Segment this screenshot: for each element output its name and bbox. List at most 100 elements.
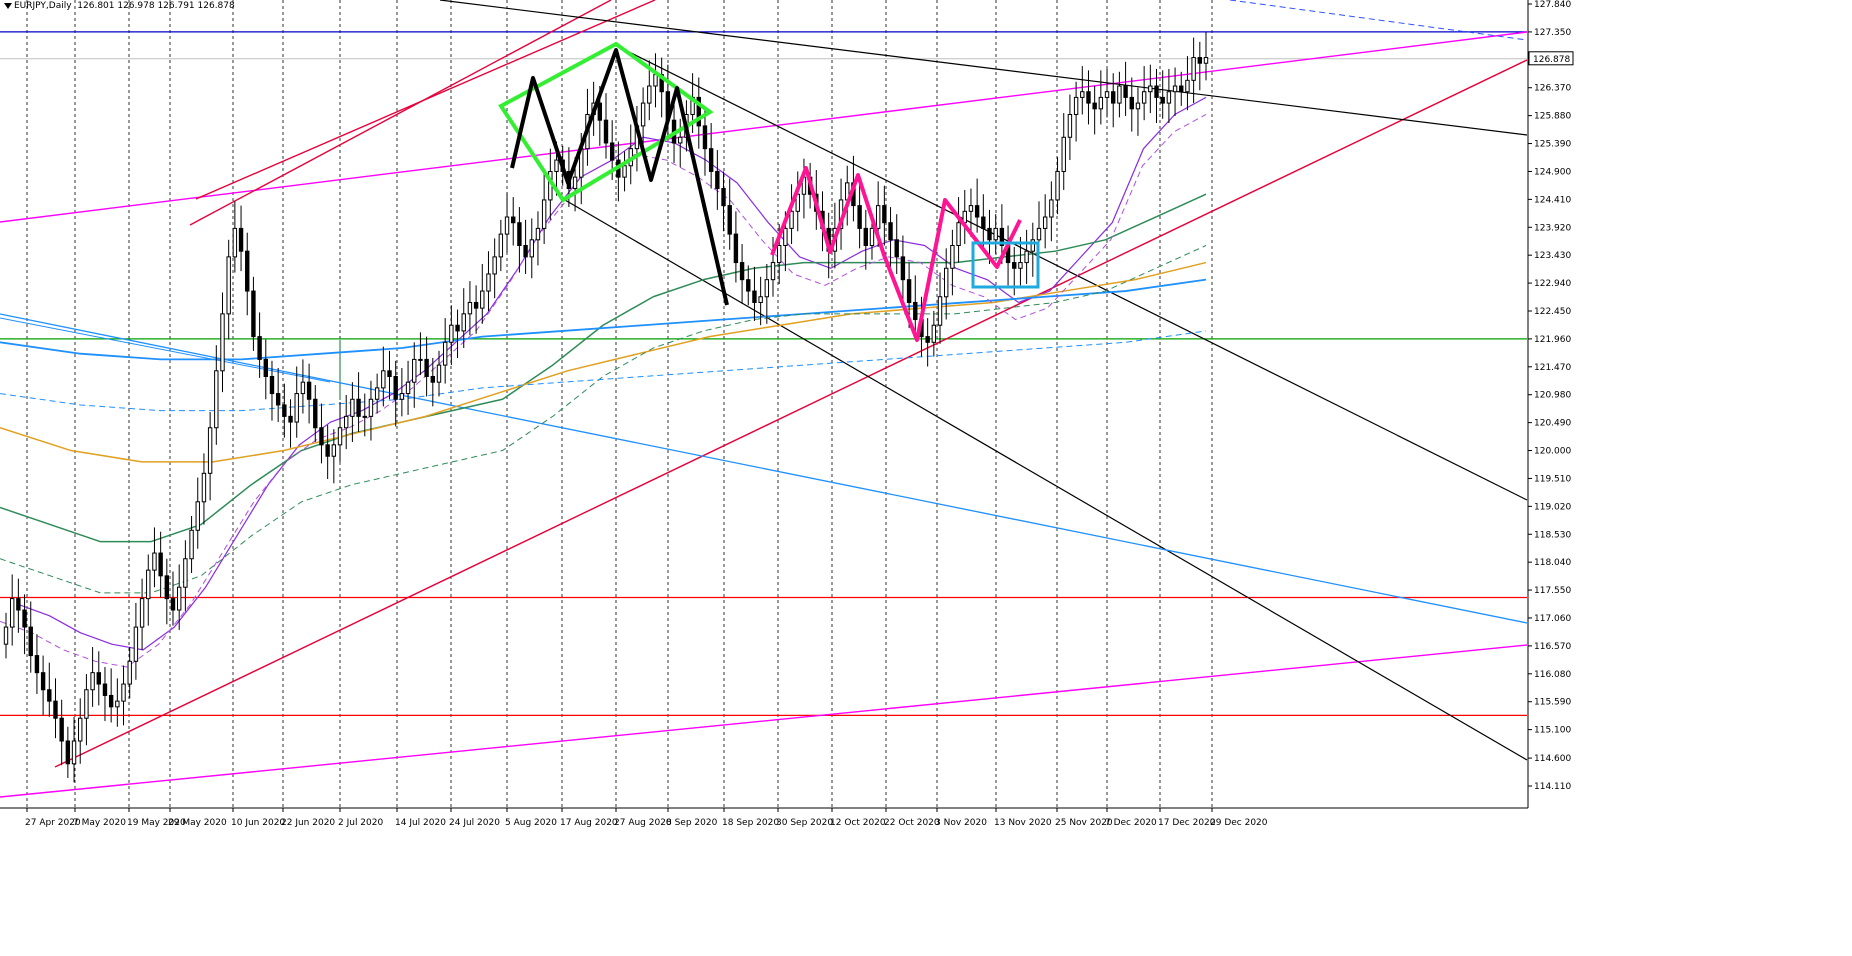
candle-body-32	[201, 472, 207, 503]
candle-body-35	[220, 313, 225, 372]
candle-body-10	[65, 740, 71, 765]
y-tick-label-13: 121.470	[1534, 363, 1571, 373]
candle-body-180	[1117, 85, 1122, 104]
red-rising-trendline	[54, 59, 1528, 768]
candle-body-50	[313, 398, 318, 429]
candle-body-8	[53, 700, 58, 719]
candle-body-54	[337, 427, 343, 446]
x-tick-label-13: 18 Sep 2020	[722, 818, 779, 828]
ohlc-values: 126.801 126.978 126.791 126.878	[77, 1, 235, 11]
y-tick-label-23: 116.570	[1534, 642, 1571, 652]
candle-body-151	[937, 296, 943, 326]
candle-body-84	[523, 244, 528, 258]
candle-body-29	[183, 558, 188, 588]
candle-body-184	[1141, 91, 1147, 104]
price-axis: 127.840 127.350 126.370 125.880 125.390 124.9…	[1527, 0, 1574, 808]
candle-body-68	[424, 358, 429, 377]
candle-body-63	[393, 375, 398, 400]
candle-body-123	[764, 279, 770, 298]
candle-body-62	[387, 370, 392, 377]
candle-body-78	[486, 273, 491, 292]
candle-body-23	[146, 569, 151, 600]
ma-purple-dashed	[0, 114, 1207, 668]
candle-body-70	[436, 364, 442, 383]
red-channel-top-2	[189, 0, 612, 226]
candle-body-55	[344, 415, 349, 429]
candle-body-192	[1191, 57, 1196, 81]
candle-body-9	[59, 717, 64, 742]
candle-body-187	[1160, 96, 1165, 104]
candle-body-157	[974, 205, 980, 218]
candle-body-122	[758, 296, 763, 303]
candle-body-65	[405, 381, 411, 395]
x-tick-label-6: 2 Jul 2020	[338, 818, 383, 828]
candle-body-14	[90, 672, 95, 691]
candle-body-26	[164, 575, 170, 600]
y-tick-label-0: 127.840	[1534, 0, 1571, 10]
candle-body-156	[968, 205, 974, 212]
x-tick-label-16: 22 Oct 2020	[884, 818, 940, 828]
candle-body-47	[294, 393, 299, 423]
candle-body-189	[1172, 85, 1178, 93]
y-tick-label-4: 125.880	[1534, 112, 1571, 122]
candle-body-6	[40, 672, 46, 691]
candle-body-153	[950, 244, 955, 269]
candle-body-24	[152, 552, 157, 571]
x-tick-label-22: 29 Dec 2020	[1210, 818, 1268, 828]
candle-body-168	[1042, 216, 1048, 229]
collapse-triangle-icon[interactable]	[4, 2, 12, 9]
ma_green-line	[0, 193, 1207, 543]
candle-body-3	[22, 609, 27, 628]
candle-body-48	[300, 381, 306, 395]
y-tick-label-9: 123.430	[1534, 251, 1571, 261]
candle-body-53	[331, 444, 337, 457]
candle-body-191	[1185, 79, 1190, 93]
y-tick-label-28: 114.110	[1534, 782, 1571, 792]
candle-body-147	[913, 301, 918, 321]
candle-body-100	[622, 165, 627, 178]
candle-body-113	[702, 125, 708, 150]
candle-body-149	[925, 336, 930, 343]
candle-body-38	[238, 227, 244, 252]
candle-body-174	[1080, 91, 1085, 98]
candle-body-82	[511, 216, 516, 224]
candle-body-158	[981, 216, 986, 229]
x-tick-label-12: 8 Sep 2020	[666, 818, 718, 828]
price-chart[interactable]: 127.840 127.350 126.370 125.880 125.390 124.9…	[0, 0, 1852, 956]
candle-body-115	[715, 170, 720, 190]
candle-body-49	[306, 381, 312, 400]
candle-body-73	[455, 324, 460, 332]
candle-body-104	[647, 85, 652, 104]
y-tick-label-8: 123.920	[1534, 223, 1571, 233]
candle-body-42	[263, 358, 268, 377]
y-tick-label-20: 118.040	[1534, 558, 1571, 568]
ma_blue-line	[0, 278, 1207, 361]
trend-lines	[0, 0, 1528, 798]
y-tick-label-22: 117.060	[1534, 614, 1571, 624]
ma_purple-line	[17, 96, 1207, 651]
candle-body-31	[195, 501, 200, 531]
x-tick-label-9: 5 Aug 2020	[505, 818, 557, 828]
candle-body-194	[1203, 57, 1209, 64]
candle-body-33	[207, 427, 213, 474]
x-tick-label-4: 10 Jun 2020	[231, 818, 285, 828]
candle-body-121	[752, 290, 757, 303]
magenta-lower-trendline	[0, 644, 1528, 798]
candle-body-105	[653, 74, 658, 87]
candle-body-28	[176, 586, 182, 611]
candle-body-20	[127, 660, 132, 685]
candle-body-116	[721, 188, 726, 207]
y-tick-label-17: 119.510	[1534, 474, 1571, 484]
magenta-upper-trendline	[0, 31, 1528, 223]
candle-body-159	[987, 227, 992, 241]
candle-body-80	[498, 233, 504, 258]
candle-body-22	[139, 598, 145, 628]
x-tick-label-14: 30 Sep 2020	[776, 818, 833, 828]
candle-body-120	[746, 279, 751, 292]
candle-body-18	[115, 700, 120, 708]
candle-body-12	[78, 717, 83, 742]
y-tick-label-25: 115.590	[1534, 698, 1571, 708]
candle-body-37	[232, 227, 238, 258]
candle-body-173	[1073, 96, 1079, 115]
y-tick-label-5: 125.390	[1534, 140, 1571, 150]
